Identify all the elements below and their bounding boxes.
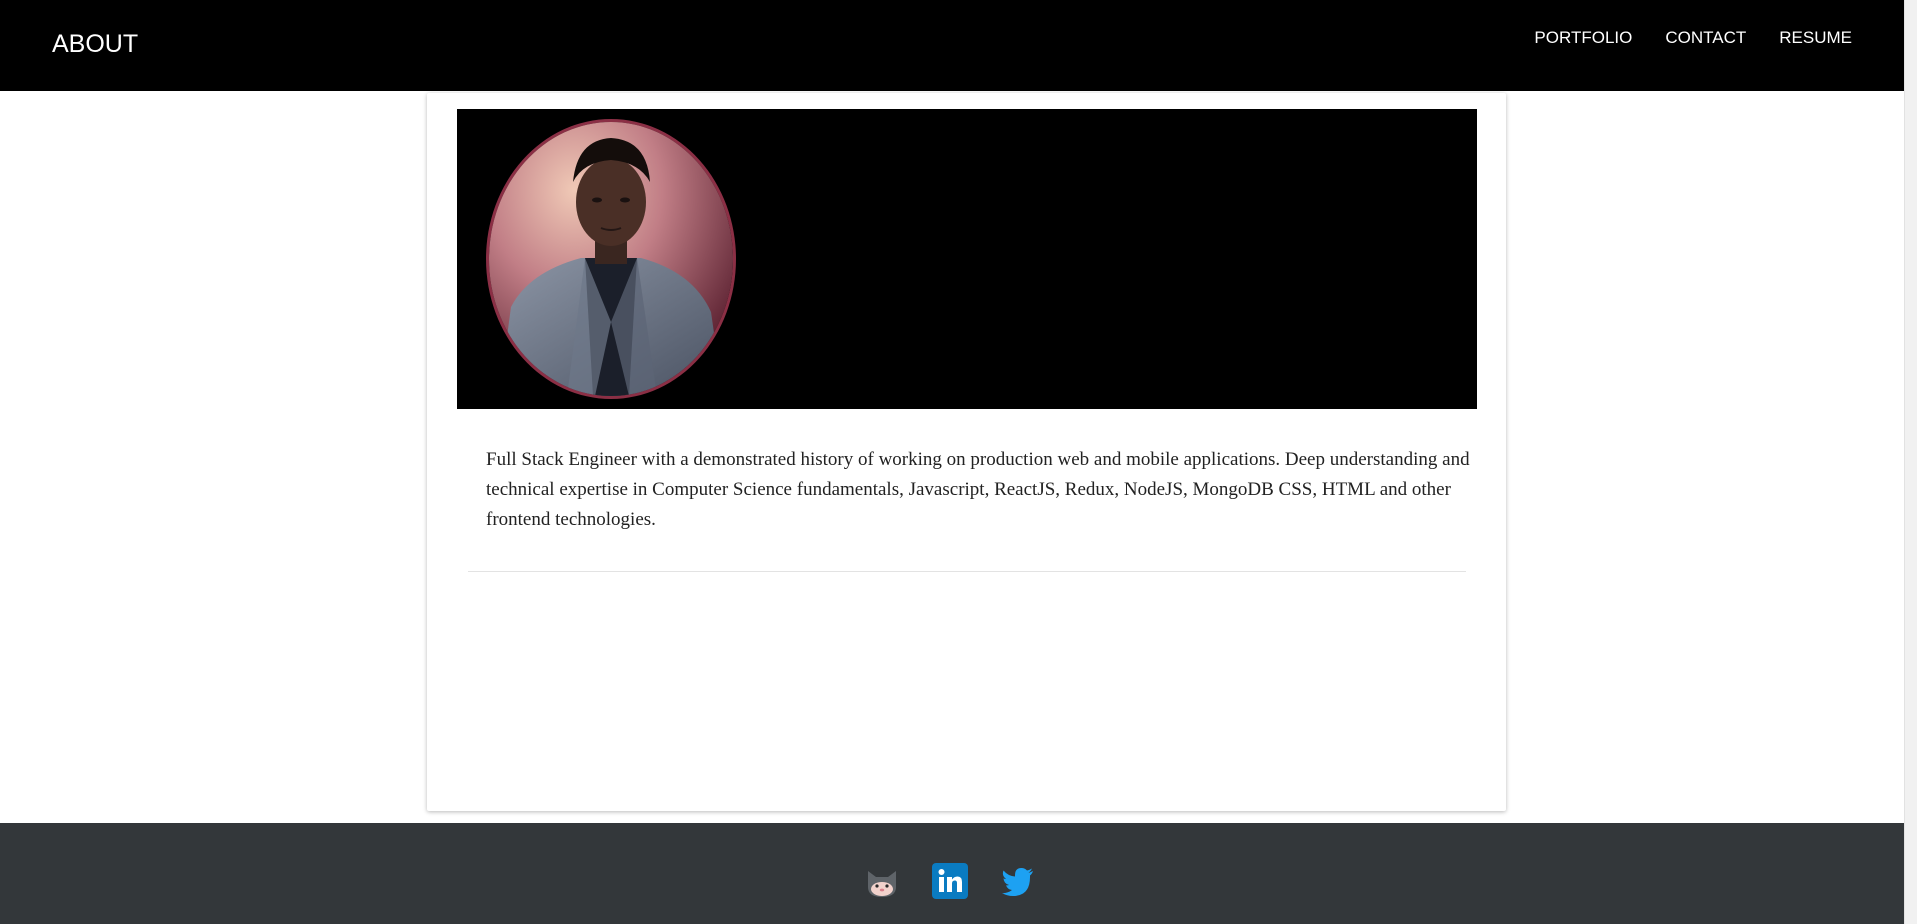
footer bbox=[0, 823, 1904, 924]
profile-photo bbox=[486, 119, 736, 399]
nav-link-resume[interactable]: RESUME bbox=[1779, 28, 1852, 48]
bio-text: Full Stack Engineer with a demonstrated … bbox=[486, 449, 1470, 530]
profile-photo-graphic bbox=[489, 122, 733, 396]
brand-title[interactable]: ABOUT bbox=[52, 30, 138, 59]
section-divider bbox=[468, 571, 1466, 572]
twitter-icon[interactable] bbox=[1000, 863, 1036, 899]
top-navbar: ABOUT PORTFOLIO CONTACT RESUME bbox=[0, 0, 1904, 91]
about-card: Full Stack Engineer with a demonstrated … bbox=[427, 93, 1506, 811]
main-nav: PORTFOLIO CONTACT RESUME bbox=[1534, 28, 1852, 48]
profile-banner bbox=[457, 109, 1477, 409]
nav-link-contact[interactable]: CONTACT bbox=[1665, 28, 1746, 48]
nav-link-portfolio[interactable]: PORTFOLIO bbox=[1534, 28, 1632, 48]
github-icon[interactable] bbox=[864, 863, 900, 899]
social-links bbox=[864, 863, 1036, 899]
linkedin-icon[interactable] bbox=[932, 863, 968, 899]
page-scrollbar[interactable] bbox=[1904, 0, 1917, 924]
